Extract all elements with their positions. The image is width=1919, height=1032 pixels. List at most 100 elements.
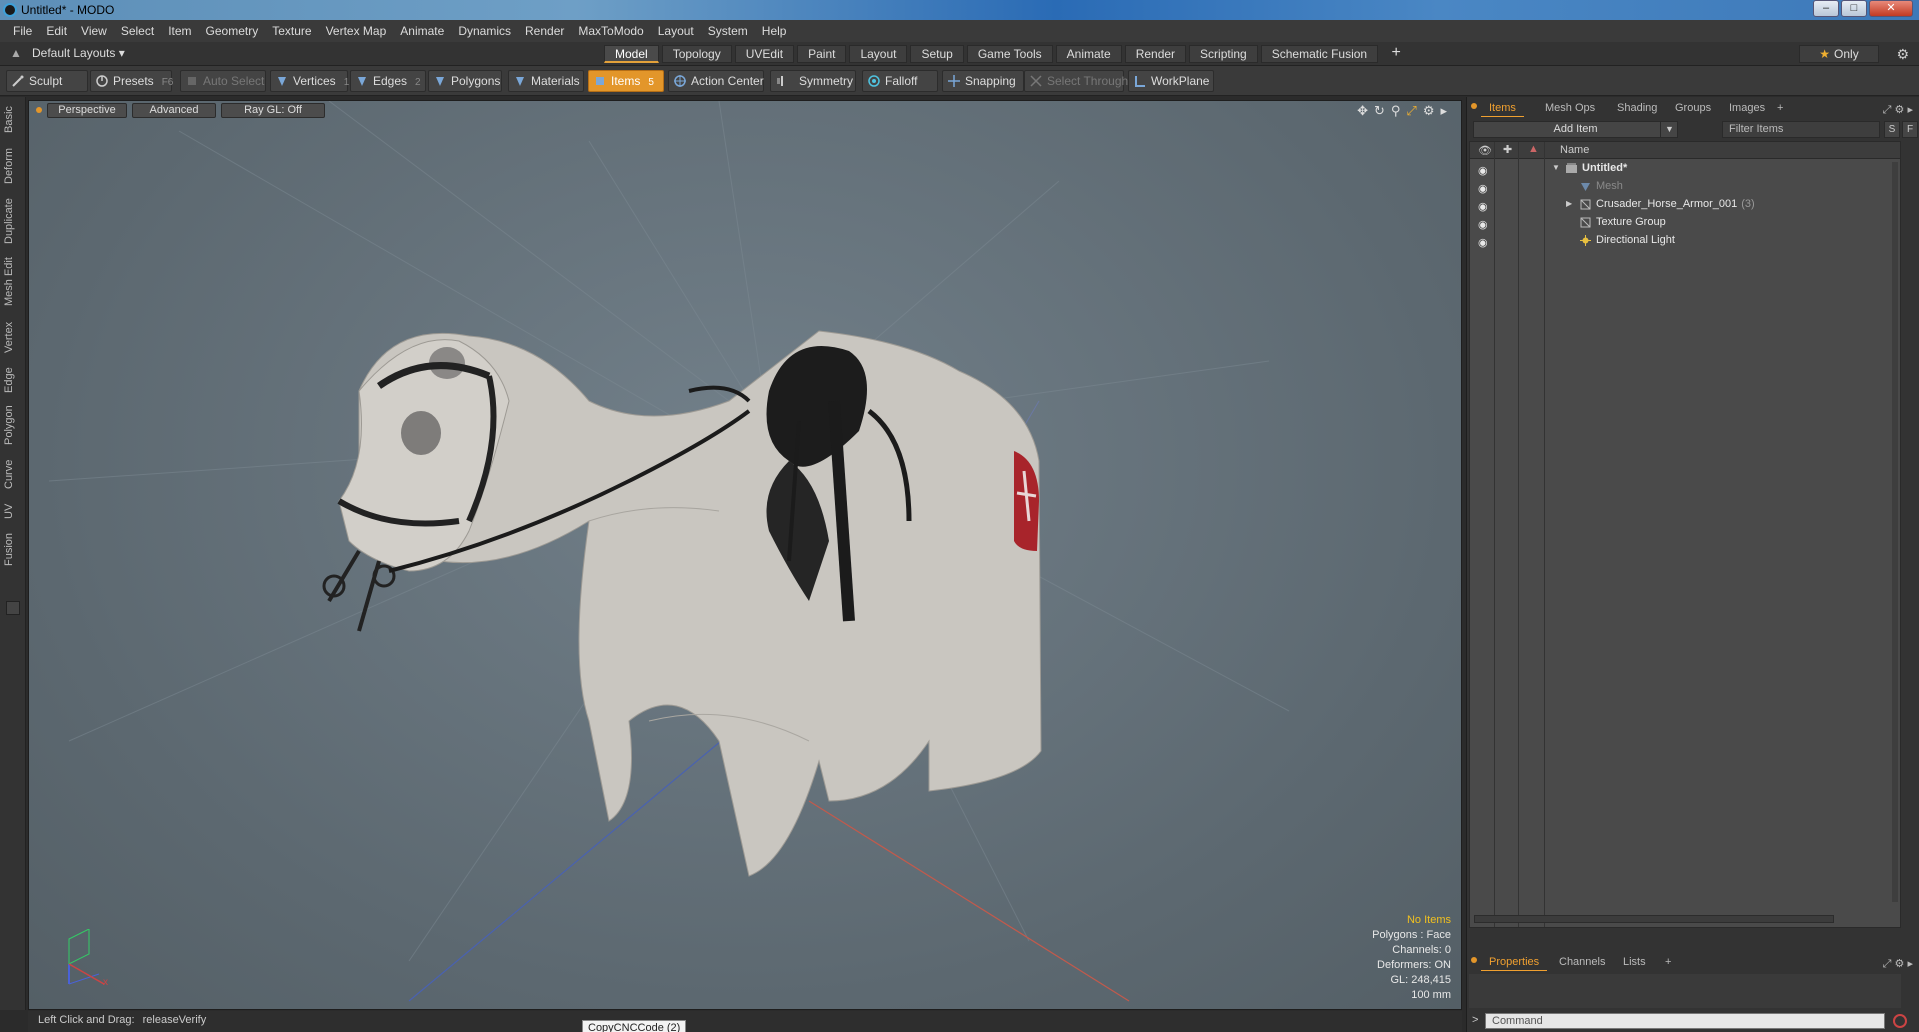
vtab-fusion[interactable]: Fusion <box>3 529 23 569</box>
menu-select[interactable]: Select <box>114 24 161 38</box>
expand-properties-icon[interactable]: ⤢ <box>1883 958 1892 970</box>
tab-scripting[interactable]: Scripting <box>1189 45 1258 63</box>
menu-vertex-map[interactable]: Vertex Map <box>319 24 394 38</box>
properties-gear-icon[interactable]: ⚙ <box>1895 958 1905 970</box>
minimize-button[interactable]: – <box>1813 0 1839 17</box>
tab-shading[interactable]: Shading <box>1609 100 1665 117</box>
chevron-down-icon[interactable]: ▼ <box>1660 122 1678 137</box>
snapping-button[interactable]: Snapping <box>942 70 1024 92</box>
expand-arrow-icon[interactable]: ▶ <box>1566 195 1572 213</box>
vtab-duplicate[interactable]: Duplicate <box>3 195 23 247</box>
menu-animate[interactable]: Animate <box>393 24 451 38</box>
edges-button[interactable]: Edges 2 <box>350 70 426 92</box>
layout-lock-icon[interactable]: ▲ <box>10 46 22 60</box>
eye-icon[interactable]: ◉ <box>1478 162 1490 177</box>
lock-column-icon[interactable]: ✚ <box>1503 143 1512 156</box>
horizontal-scrollbar[interactable] <box>1474 915 1834 923</box>
eye-icon[interactable]: ◉ <box>1478 198 1490 213</box>
tab-images[interactable]: Images <box>1721 100 1773 117</box>
vtab-mesh-edit[interactable]: Mesh Edit <box>3 255 23 309</box>
add-item-button[interactable]: Add Item ▼ <box>1473 121 1678 138</box>
close-button[interactable]: ✕ <box>1869 0 1913 17</box>
vtab-basic[interactable]: Basic <box>3 103 23 137</box>
viewport-settings-icon[interactable]: ⚙ <box>1423 103 1435 119</box>
panel-arrow-icon[interactable]: ▸ <box>1907 104 1913 116</box>
expand-panel-icon[interactable]: ⤢ <box>1883 104 1892 116</box>
auto-select-button[interactable]: Auto Select <box>180 70 266 92</box>
menu-render[interactable]: Render <box>518 24 571 38</box>
vtab-deform[interactable]: Deform <box>3 145 23 187</box>
tab-model[interactable]: Model <box>604 45 659 63</box>
tab-setup[interactable]: Setup <box>910 45 964 63</box>
type-column-icon[interactable]: ▲ <box>1528 143 1539 155</box>
tab-game-tools[interactable]: Game Tools <box>966 45 1053 63</box>
add-tab-button[interactable]: + <box>1387 45 1405 63</box>
tree-row-untitled[interactable]: ◉ ▼ Untitled* <box>1470 159 1900 177</box>
tree-row-crusader-horse-armor[interactable]: ◉ ▶ Crusader_Horse_Armor_001 (3) <box>1470 195 1900 213</box>
gear-icon[interactable]: ⚙ <box>1896 46 1909 63</box>
menu-dynamics[interactable]: Dynamics <box>451 24 518 38</box>
toolbox-toggle[interactable] <box>6 601 20 615</box>
menu-item[interactable]: Item <box>161 24 198 38</box>
eye-icon[interactable]: ◉ <box>1478 216 1490 231</box>
view-type-button[interactable]: Perspective <box>47 103 127 118</box>
command-history-button[interactable] <box>1893 1014 1907 1028</box>
menu-edit[interactable]: Edit <box>39 24 74 38</box>
command-input[interactable]: Command <box>1485 1013 1885 1029</box>
workplane-button[interactable]: WorkPlane <box>1128 70 1214 92</box>
column-name[interactable]: Name <box>1560 144 1589 156</box>
only-toggle[interactable]: ★ Only <box>1799 45 1879 63</box>
panel-gear-icon[interactable]: ⚙ <box>1895 104 1905 116</box>
tab-layout[interactable]: Layout <box>849 45 908 63</box>
presets-button[interactable]: Presets F6 <box>90 70 173 92</box>
vtab-polygon[interactable]: Polygon <box>3 401 23 449</box>
symmetry-button[interactable]: Symmetry <box>770 70 856 92</box>
eye-icon[interactable]: ◉ <box>1478 180 1490 195</box>
menu-layout[interactable]: Layout <box>651 24 701 38</box>
visibility-column-eye-icon[interactable]: 👁 <box>1478 144 1492 157</box>
vtab-vertex[interactable]: Vertex <box>3 317 23 357</box>
properties-arrow-icon[interactable]: ▸ <box>1907 958 1913 970</box>
menu-texture[interactable]: Texture <box>265 24 318 38</box>
rotate-icon[interactable]: ↻ <box>1374 103 1385 119</box>
f-button[interactable]: F <box>1902 121 1918 138</box>
tab-lists[interactable]: Lists <box>1615 954 1654 971</box>
tab-render[interactable]: Render <box>1124 45 1187 63</box>
items-button[interactable]: Items 5 <box>588 70 664 92</box>
vtab-curve[interactable]: Curve <box>3 455 23 493</box>
tab-properties[interactable]: Properties <box>1481 954 1548 971</box>
menu-view[interactable]: View <box>74 24 114 38</box>
maximize-button[interactable]: □ <box>1841 0 1867 17</box>
viewport-menu-arrow-icon[interactable]: ▸ <box>1440 103 1447 119</box>
vtab-edge[interactable]: Edge <box>3 363 23 397</box>
tab-topology[interactable]: Topology <box>661 45 732 63</box>
menu-system[interactable]: System <box>701 24 755 38</box>
tab-animate[interactable]: Animate <box>1055 45 1122 63</box>
tab-items[interactable]: Items <box>1481 100 1524 117</box>
maximize-viewport-icon[interactable]: ⤢ <box>1406 103 1416 119</box>
vertices-button[interactable]: Vertices 1 <box>270 70 349 92</box>
tree-row-directional-light[interactable]: ◉ Directional Light <box>1470 231 1900 249</box>
tree-row-texture-group[interactable]: ◉ Texture Group <box>1470 213 1900 231</box>
action-center-button[interactable]: Action Center <box>668 70 764 92</box>
layouts-dropdown[interactable]: ▲ Default Layouts ▾ <box>10 46 125 60</box>
sculpt-button[interactable]: Sculpt <box>6 70 88 92</box>
falloff-button[interactable]: Falloff <box>862 70 938 92</box>
menu-help[interactable]: Help <box>755 24 794 38</box>
pan-icon[interactable]: ✥ <box>1357 103 1368 119</box>
tab-mesh-ops[interactable]: Mesh Ops <box>1537 100 1603 117</box>
tab-uvedit[interactable]: UVEdit <box>734 45 795 63</box>
tab-schematic-fusion[interactable]: Schematic Fusion <box>1260 45 1379 63</box>
tree-row-mesh[interactable]: ◉ Mesh <box>1470 177 1900 195</box>
menu-maxtomodo[interactable]: MaxToModo <box>571 24 650 38</box>
tab-paint[interactable]: Paint <box>797 45 847 63</box>
polygons-button[interactable]: Polygons <box>428 70 502 92</box>
filter-items-input[interactable]: Filter Items <box>1722 121 1880 138</box>
collapse-arrow-icon[interactable]: ▼ <box>1552 159 1560 177</box>
raygl-button[interactable]: Ray GL: Off <box>221 103 325 118</box>
zoom-icon[interactable]: ⚲ <box>1391 103 1401 119</box>
s-button[interactable]: S <box>1884 121 1900 138</box>
vtab-uv[interactable]: UV <box>3 499 23 523</box>
materials-button[interactable]: Materials <box>508 70 584 92</box>
tab-channels[interactable]: Channels <box>1551 954 1613 971</box>
